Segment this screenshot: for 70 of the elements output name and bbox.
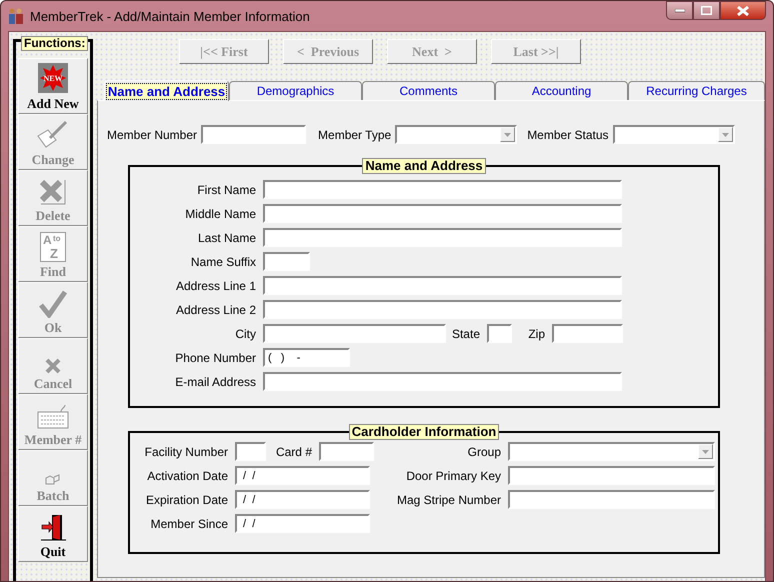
input-field[interactable] (508, 466, 715, 485)
input-field[interactable] (263, 180, 622, 199)
field-label: Zip (527, 326, 546, 340)
field-label: Address Line 2 (174, 302, 257, 316)
function-button[interactable]: Quit (18, 506, 88, 562)
tab[interactable]: Comments (362, 81, 495, 100)
input-field[interactable]: / / (235, 466, 370, 485)
checkmark-icon (39, 290, 67, 318)
field-label: Door Primary Key (405, 468, 502, 482)
input-field[interactable] (263, 324, 446, 343)
input-field[interactable] (201, 125, 306, 144)
minimize-button[interactable] (666, 1, 693, 20)
field-label: Name Suffix (190, 254, 257, 268)
maximize-icon (701, 6, 712, 15)
new-badge-icon: NEW (38, 63, 68, 93)
keyboard-icon (37, 404, 69, 430)
delete-icon (38, 178, 68, 206)
group-title: Cardholder Information (348, 424, 500, 440)
input-field[interactable] (235, 442, 266, 461)
input-field[interactable] (552, 324, 623, 343)
maximize-button[interactable] (693, 1, 720, 20)
field-label: E-mail Address (174, 374, 257, 388)
tab[interactable]: Demographics (229, 81, 362, 100)
panel-title: Functions: (21, 36, 88, 51)
field-label: Member Number (107, 128, 198, 142)
input-field[interactable] (319, 442, 374, 461)
field-label: Activation Date (146, 468, 229, 482)
input-field[interactable] (263, 372, 622, 391)
tab[interactable]: Accounting (495, 81, 628, 100)
field-label: Expiration Date (144, 492, 229, 506)
field-label: First Name (196, 182, 257, 196)
field-label: Member Since (150, 516, 229, 530)
input-field[interactable] (263, 276, 622, 295)
window-title: MemberTrek - Add/Maintain Member Information (30, 8, 310, 24)
input-field[interactable] (263, 252, 310, 271)
field-label: Member Type (318, 128, 392, 142)
input-field[interactable] (508, 490, 715, 509)
field-label: City (234, 326, 257, 340)
input-field[interactable] (263, 300, 622, 319)
tab[interactable]: Recurring Charges (628, 81, 765, 100)
field-label: Phone Number (174, 350, 257, 364)
field-label: Group (466, 444, 502, 458)
field-label: State (450, 326, 481, 340)
stack-icon (45, 472, 61, 486)
minimize-icon (674, 8, 684, 12)
input-field[interactable]: ( ) - (263, 348, 350, 367)
exit-door-icon (38, 512, 68, 542)
group-title: Name and Address (362, 158, 486, 174)
close-icon (737, 6, 749, 16)
input-field[interactable] (487, 324, 512, 343)
field-label: Facility Number (144, 444, 229, 458)
input-field[interactable] (263, 228, 622, 247)
input-field[interactable] (263, 204, 622, 223)
field-label: Middle Name (184, 206, 257, 220)
dropdown-field[interactable] (508, 442, 715, 461)
tab[interactable]: Name and Address (104, 80, 229, 101)
field-label: Address Line 1 (174, 278, 257, 292)
pencil-paper-icon (36, 120, 70, 150)
field-label: Mag Stripe Number (396, 492, 502, 506)
close-button[interactable] (720, 1, 766, 20)
field-label: Member Status (527, 128, 610, 142)
function-button[interactable]: NEW Add New (18, 58, 88, 114)
field-label: Last Name (196, 230, 257, 244)
cancel-icon (45, 358, 61, 374)
dropdown-field[interactable] (395, 125, 518, 144)
field-label: Card # (274, 444, 313, 458)
input-field[interactable]: / / (235, 490, 370, 509)
people-icon (8, 7, 24, 25)
dropdown-field[interactable] (612, 125, 735, 144)
input-field[interactable]: / / (235, 514, 370, 533)
